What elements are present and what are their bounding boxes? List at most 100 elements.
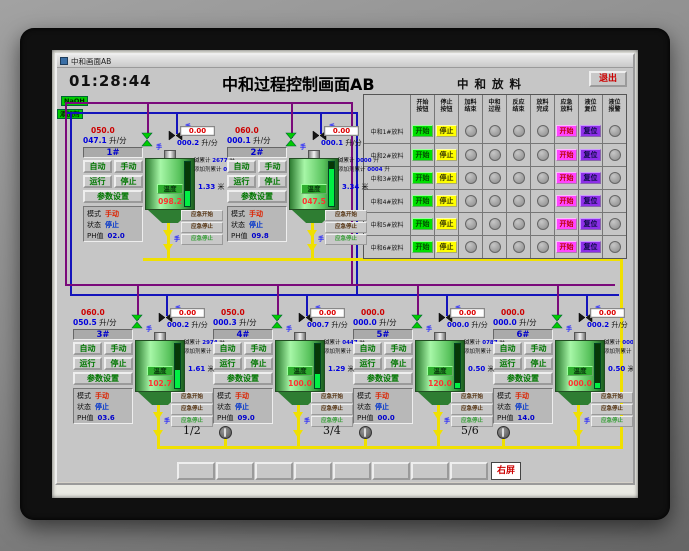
open-valve-icon[interactable] bbox=[131, 314, 143, 329]
level-reset-button[interactable]: 复位 bbox=[580, 125, 601, 137]
emergency-stop-button[interactable]: 应急停止 bbox=[325, 222, 367, 233]
manual-button[interactable]: 手动 bbox=[104, 342, 133, 355]
nav-button[interactable] bbox=[450, 462, 488, 480]
flow-unit-label: 升/分 bbox=[253, 136, 271, 145]
unit-id-label: 6# bbox=[493, 329, 553, 340]
stop-button[interactable]: 停止 bbox=[436, 125, 457, 137]
exit-button[interactable]: 退出 bbox=[589, 71, 627, 87]
emergency-discharge-button[interactable]: 开始 bbox=[556, 195, 577, 207]
start-button[interactable]: 开始 bbox=[412, 195, 433, 207]
nav-button[interactable] bbox=[333, 462, 371, 480]
emergency-stop-button[interactable]: 应急停止 bbox=[591, 404, 633, 415]
run-button[interactable]: 运行 bbox=[73, 357, 102, 370]
nav-button[interactable] bbox=[411, 462, 449, 480]
start-button[interactable]: 开始 bbox=[412, 149, 433, 161]
stop-button[interactable]: 停止 bbox=[104, 357, 133, 370]
emergency-stop-button[interactable]: 应急停止 bbox=[451, 404, 493, 415]
stop-button[interactable]: 停止 bbox=[436, 172, 457, 184]
stop-button[interactable]: 停止 bbox=[436, 241, 457, 253]
temperature-button[interactable]: 温度 bbox=[157, 184, 183, 194]
parameter-settings-button[interactable]: 参数设置 bbox=[227, 190, 287, 203]
auto-button[interactable]: 自动 bbox=[227, 160, 256, 173]
emergency-stop-button[interactable]: 应急停止 bbox=[181, 222, 223, 233]
stop-button[interactable]: 停止 bbox=[436, 195, 457, 207]
emergency-start-button[interactable]: 应急开始 bbox=[311, 392, 353, 403]
emergency-discharge-button[interactable]: 开始 bbox=[556, 241, 577, 253]
auto-button[interactable]: 自动 bbox=[73, 342, 102, 355]
emergency-discharge-button[interactable]: 开始 bbox=[556, 172, 577, 184]
parameter-settings-button[interactable]: 参数设置 bbox=[83, 190, 143, 203]
right-screen-button[interactable]: 右屏 bbox=[491, 462, 521, 480]
emergency-start-button[interactable]: 应急开始 bbox=[171, 392, 213, 403]
temperature-button[interactable]: 温度 bbox=[301, 184, 327, 194]
start-button[interactable]: 开始 bbox=[412, 172, 433, 184]
stop-button[interactable]: 停止 bbox=[114, 175, 143, 188]
emergency-discharge-button[interactable]: 开始 bbox=[556, 149, 577, 161]
start-button[interactable]: 开始 bbox=[412, 218, 433, 230]
manual-button[interactable]: 手动 bbox=[524, 342, 553, 355]
stop-button[interactable]: 停止 bbox=[244, 357, 273, 370]
manual-button[interactable]: 手动 bbox=[114, 160, 143, 173]
emergency-start-button[interactable]: 应急开始 bbox=[591, 392, 633, 403]
nav-button[interactable] bbox=[216, 462, 254, 480]
run-button[interactable]: 运行 bbox=[353, 357, 382, 370]
auto-button[interactable]: 自动 bbox=[213, 342, 242, 355]
parameter-settings-button[interactable]: 参数设置 bbox=[213, 372, 273, 385]
stop-button[interactable]: 停止 bbox=[258, 175, 287, 188]
stop-button[interactable]: 停止 bbox=[384, 357, 413, 370]
emergency-stop-button[interactable]: 应急停止 bbox=[311, 404, 353, 415]
auto-button[interactable]: 自动 bbox=[353, 342, 382, 355]
temperature-button[interactable]: 温度 bbox=[567, 366, 593, 376]
nav-button[interactable] bbox=[372, 462, 410, 480]
open-valve-icon[interactable] bbox=[271, 314, 283, 329]
parameter-settings-button[interactable]: 参数设置 bbox=[353, 372, 413, 385]
auto-button[interactable]: 自动 bbox=[83, 160, 112, 173]
temperature-button[interactable]: 温度 bbox=[147, 366, 173, 376]
emergency-start-button[interactable]: 应急开始 bbox=[451, 392, 493, 403]
parameter-settings-button[interactable]: 参数设置 bbox=[493, 372, 553, 385]
open-valve-icon[interactable] bbox=[141, 132, 153, 147]
flow-arrow-icon bbox=[573, 412, 583, 420]
level-reset-button[interactable]: 复位 bbox=[580, 172, 601, 184]
emergency-discharge-button[interactable]: 开始 bbox=[556, 218, 577, 230]
feed-done-lamp bbox=[464, 195, 477, 207]
state-label: 状态 bbox=[357, 402, 371, 411]
run-button[interactable]: 运行 bbox=[493, 357, 522, 370]
stop-button[interactable]: 停止 bbox=[436, 149, 457, 161]
open-valve-icon[interactable] bbox=[285, 132, 297, 147]
emergency-start-button[interactable]: 应急开始 bbox=[325, 210, 367, 221]
stop-button[interactable]: 停止 bbox=[524, 357, 553, 370]
run-button[interactable]: 运行 bbox=[83, 175, 112, 188]
level-reset-button[interactable]: 复位 bbox=[580, 195, 601, 207]
nav-button[interactable] bbox=[255, 462, 293, 480]
mode-value: 手动 bbox=[515, 391, 529, 400]
emergency-stop-button[interactable]: 应急停止 bbox=[171, 404, 213, 415]
flow-arrow-icon bbox=[433, 430, 443, 438]
manual-button[interactable]: 手动 bbox=[384, 342, 413, 355]
nav-button[interactable] bbox=[294, 462, 332, 480]
state-label: 状态 bbox=[77, 402, 91, 411]
manual-button[interactable]: 手动 bbox=[244, 342, 273, 355]
auto-button[interactable]: 自动 bbox=[493, 342, 522, 355]
flow-unit-label: 升/分 bbox=[239, 318, 257, 327]
temperature-button[interactable]: 温度 bbox=[287, 366, 313, 376]
start-button[interactable]: 开始 bbox=[412, 241, 433, 253]
additive-meter-display: 0.00 bbox=[310, 308, 345, 318]
run-button[interactable]: 运行 bbox=[213, 357, 242, 370]
alkali-flow-setpoint: 000.0 bbox=[501, 308, 525, 317]
run-button[interactable]: 运行 bbox=[227, 175, 256, 188]
open-valve-icon[interactable] bbox=[551, 314, 563, 329]
manual-button[interactable]: 手动 bbox=[258, 160, 287, 173]
flow-unit-label: 升/分 bbox=[345, 139, 362, 147]
level-reset-button[interactable]: 复位 bbox=[580, 218, 601, 230]
emergency-discharge-button[interactable]: 开始 bbox=[556, 125, 577, 137]
temperature-button[interactable]: 温度 bbox=[427, 366, 453, 376]
stop-button[interactable]: 停止 bbox=[436, 218, 457, 230]
open-valve-icon[interactable] bbox=[411, 314, 423, 329]
nav-button[interactable] bbox=[177, 462, 215, 480]
start-button[interactable]: 开始 bbox=[412, 125, 433, 137]
level-reset-button[interactable]: 复位 bbox=[580, 149, 601, 161]
parameter-settings-button[interactable]: 参数设置 bbox=[73, 372, 133, 385]
emergency-start-button[interactable]: 应急开始 bbox=[181, 210, 223, 221]
level-reset-button[interactable]: 复位 bbox=[580, 241, 601, 253]
